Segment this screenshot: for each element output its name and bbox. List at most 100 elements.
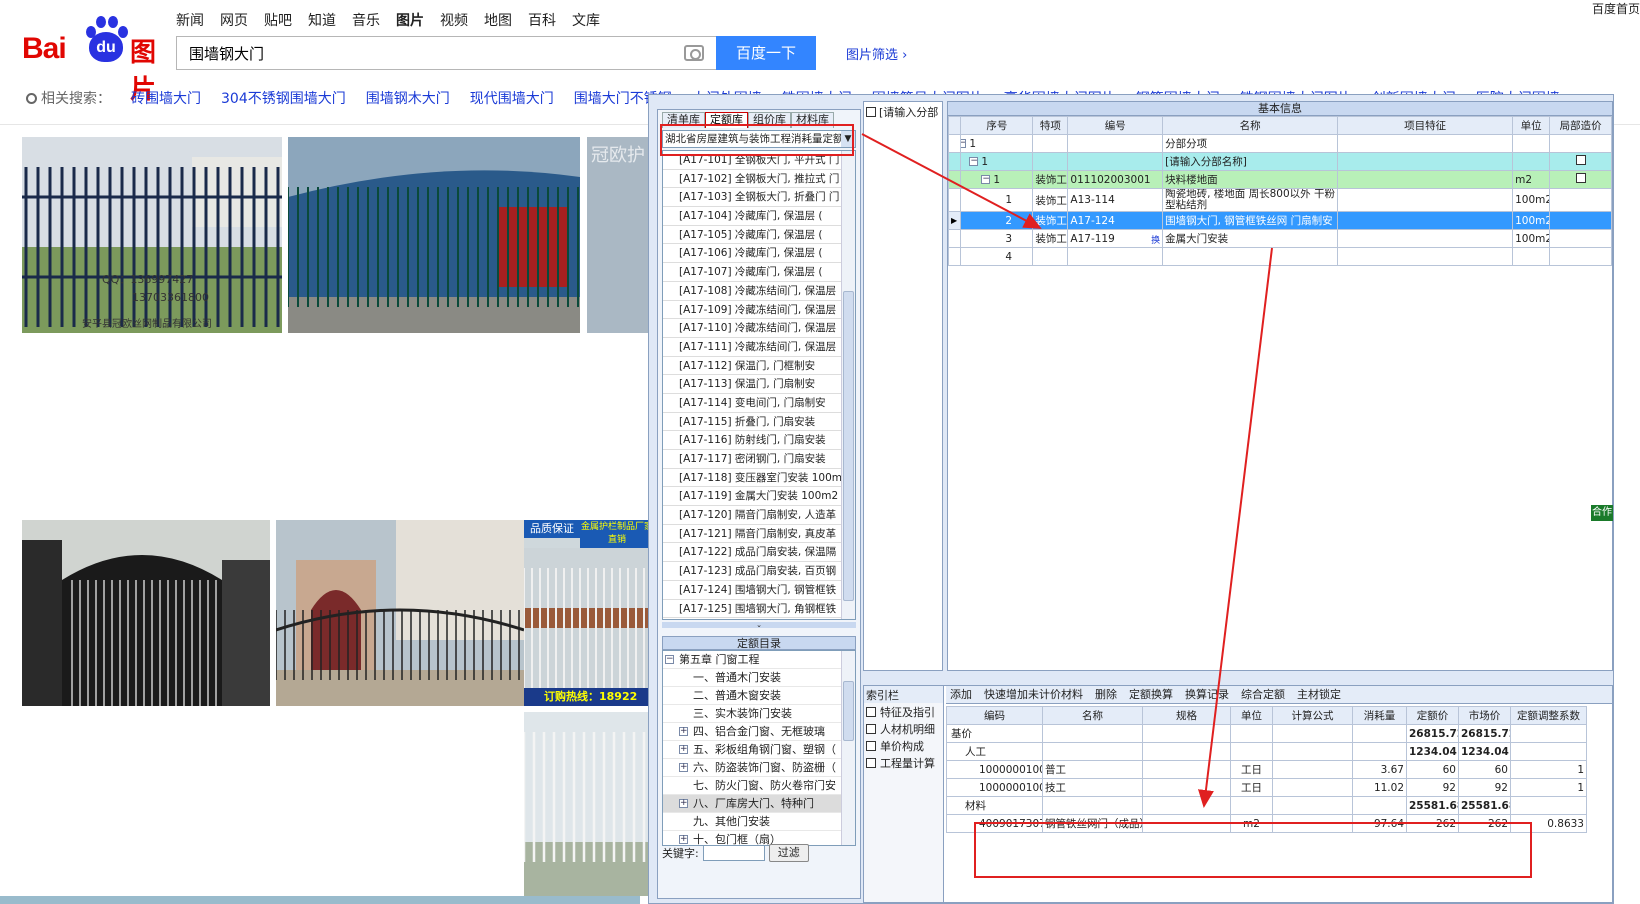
sidebar-item[interactable]: 人材机明细 (864, 720, 943, 737)
catalog-item[interactable]: 一、普通木门安装 (663, 669, 841, 687)
nav-item[interactable]: 知道 (308, 10, 336, 30)
row-marker[interactable] (947, 229, 962, 248)
result-image-5[interactable] (276, 520, 524, 706)
checkbox[interactable] (866, 107, 876, 117)
toolbar-button[interactable]: 删除 (1095, 686, 1117, 703)
resource-coef[interactable]: 1 (1510, 778, 1587, 797)
baidu-home-link[interactable]: 百度首页 (1592, 0, 1640, 17)
feature-cell[interactable] (1337, 170, 1514, 189)
resource-row[interactable]: 1000000100 技工 工日 11.02 92 92 1 (946, 778, 1587, 797)
table-row[interactable]: −1 分部分项 (947, 134, 1612, 153)
name-cell[interactable]: 陶瓷地砖, 楼地面 周长800以外 干粉型粘结剂 (1162, 188, 1339, 212)
feature-cell[interactable] (1337, 247, 1514, 266)
local-cost-cell[interactable] (1549, 247, 1612, 266)
search-button[interactable]: 百度一下 (716, 36, 816, 70)
related-link[interactable]: 围墙钢木大门 (366, 88, 450, 108)
toolbar-button[interactable]: 主材锁定 (1297, 686, 1341, 703)
checkbox[interactable] (866, 723, 876, 734)
table-row[interactable]: 1 装饰工 A13-114 陶瓷地砖, 楼地面 周长800以外 干粉型粘结剂 100m2 (947, 188, 1612, 212)
row-marker[interactable]: ▶ (947, 211, 962, 230)
catalog-scrollbar[interactable] (841, 651, 855, 845)
search-input[interactable] (177, 37, 657, 69)
catalog-item[interactable]: 九、其他门安装 (663, 813, 841, 831)
related-link[interactable]: 现代围墙大门 (470, 88, 554, 108)
result-image-6[interactable]: 品质保证 金属护栏制品厂家直销 订购热线：18922 (524, 520, 654, 706)
local-cost-cell[interactable] (1549, 211, 1612, 230)
column-header[interactable]: 市场价 (1458, 706, 1511, 725)
nav-item[interactable]: 音乐 (352, 10, 380, 30)
expand-icon[interactable]: + (679, 799, 688, 808)
catalog-item[interactable]: 七、防火门窗、防火卷帘门安 (663, 777, 841, 795)
row-marker[interactable] (947, 134, 962, 153)
local-cost-cell[interactable] (1549, 134, 1612, 153)
feature-cell[interactable] (1337, 188, 1514, 212)
checkbox[interactable] (866, 757, 876, 768)
collapse-icon[interactable]: − (969, 157, 979, 166)
resource-coef[interactable] (1510, 724, 1587, 743)
quota-list-item[interactable]: [A17-112] 保温门, 门框制安 (663, 356, 843, 376)
table-row[interactable]: −1 [请输入分部名称] (947, 152, 1612, 171)
resource-formula[interactable] (1272, 742, 1353, 761)
name-cell[interactable]: 金属大门安装 (1162, 229, 1339, 248)
column-header[interactable]: 名称 (1042, 706, 1143, 725)
collapse-icon[interactable]: − (961, 139, 967, 148)
quota-list-item[interactable]: [A17-124] 围墙钢大门, 钢管框铁 (663, 580, 843, 600)
table-row[interactable]: 4 (947, 247, 1612, 266)
checkbox[interactable] (1575, 155, 1586, 165)
expand-icon[interactable]: + (679, 727, 688, 736)
resource-formula[interactable] (1272, 778, 1353, 797)
catalog-item[interactable]: + 六、防盗装饰门窗、防盗栅（ (663, 759, 841, 777)
checkbox[interactable] (866, 706, 876, 717)
resource-market-price[interactable]: 60 (1458, 760, 1511, 779)
code-cell[interactable] (1067, 134, 1164, 153)
feature-cell[interactable] (1337, 229, 1514, 248)
collapse-icon[interactable]: − (665, 655, 674, 664)
resource-spec[interactable] (1142, 796, 1231, 815)
resource-formula[interactable] (1272, 760, 1353, 779)
local-cost-cell[interactable] (1549, 188, 1612, 212)
nav-item[interactable]: 贴吧 (264, 10, 292, 30)
feature-cell[interactable] (1337, 152, 1514, 171)
column-header[interactable]: 编号 (1067, 116, 1164, 135)
resource-row[interactable]: 基价 26815.7226815.72 (946, 724, 1587, 743)
toolbar-button[interactable]: 综合定额 (1241, 686, 1285, 703)
quota-list-item[interactable]: [A17-105] 冷藏库门, 保温层 ( (663, 225, 843, 245)
feature-cell[interactable] (1337, 134, 1514, 153)
column-header[interactable]: 定额价 (1406, 706, 1459, 725)
column-header[interactable]: 单位 (1512, 116, 1551, 135)
result-image-4[interactable] (22, 520, 270, 706)
quota-list-item[interactable]: [A17-106] 冷藏库门, 保温层 ( (663, 244, 843, 264)
column-header[interactable]: 名称 (1162, 116, 1339, 135)
column-header[interactable]: 局部造价 (1549, 116, 1612, 135)
nav-item[interactable]: 新闻 (176, 10, 204, 30)
row-marker[interactable] (947, 188, 962, 212)
column-header[interactable]: 规格 (1142, 706, 1231, 725)
resource-spec[interactable] (1142, 778, 1231, 797)
catalog-item[interactable]: 二、普通木窗安装 (663, 687, 841, 705)
catalog-scroll-thumb[interactable] (843, 681, 854, 741)
quota-list-item[interactable]: [A17-104] 冷藏库门, 保温层 ( (663, 207, 843, 226)
baidu-logo[interactable]: Bai du 图片 (22, 14, 162, 105)
local-cost-cell[interactable] (1549, 229, 1612, 248)
keyword-input[interactable] (702, 845, 765, 861)
expand-icon[interactable]: + (679, 835, 688, 844)
nav-item[interactable]: 地图 (484, 10, 512, 30)
quota-list-item[interactable]: [A17-123] 成品门扇安装, 百页钢 (663, 562, 843, 581)
name-cell[interactable] (1162, 247, 1339, 266)
quota-list-item[interactable]: [A17-107] 冷藏库门, 保温层 ( (663, 263, 843, 282)
feature-cell[interactable] (1337, 211, 1514, 230)
resource-coef[interactable] (1510, 796, 1587, 815)
result-image-1[interactable]: QQ：136997427 13703361800 安平县冠欧丝网制品有限公司 (22, 137, 282, 333)
result-image-3[interactable]: 冠欧护 (587, 137, 653, 333)
code-cell[interactable]: 011102003001 (1067, 170, 1164, 189)
camera-icon[interactable] (684, 45, 704, 61)
resource-spec[interactable] (1142, 724, 1231, 743)
column-header[interactable]: 编码 (946, 706, 1043, 725)
toolbar-button[interactable]: 换算记录 (1185, 686, 1229, 703)
quota-list-item[interactable]: [A17-118] 变压器室门安装 100m2 (663, 468, 843, 488)
nav-item[interactable]: 百科 (528, 10, 556, 30)
row-marker[interactable] (947, 247, 962, 266)
resource-spec[interactable] (1142, 760, 1231, 779)
catalog-item[interactable]: 三、实木装饰门安装 (663, 705, 841, 723)
name-cell[interactable]: 分部分项 (1162, 134, 1339, 153)
